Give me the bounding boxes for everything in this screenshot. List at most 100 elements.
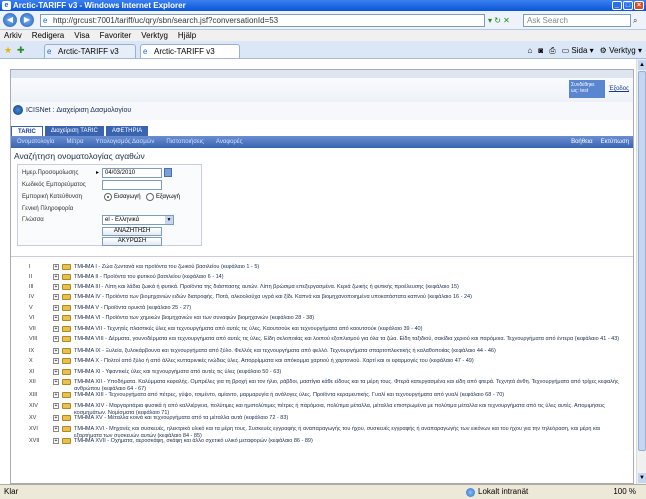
section-title[interactable]: ΤΜΗΜΑ III - Λίπη και λάδια ζωικά ή φυτικ… <box>74 284 624 291</box>
expand-icon[interactable]: + <box>53 264 59 270</box>
section-number: III <box>29 284 34 290</box>
export-radio[interactable] <box>146 193 154 201</box>
section-title[interactable]: ΤΜΗΜΑ XV - Μέταλλα κοινά και τεχνουργήμα… <box>74 415 624 422</box>
expand-icon[interactable]: + <box>53 305 59 311</box>
folder-icon <box>62 336 71 342</box>
forward-button[interactable]: ▶ <box>20 13 34 27</box>
section-title[interactable]: ΤΜΗΜΑ X - Πολτοί από ξύλο ή από άλλες κυ… <box>74 358 624 365</box>
section-number: V <box>29 305 33 311</box>
menu-item-visa[interactable]: Visa <box>74 30 89 41</box>
section-title[interactable]: ΤΜΗΜΑ XI - Υφαντικές ύλες και τεχνουργήμ… <box>74 369 624 376</box>
maximize-button[interactable]: □ <box>623 1 633 10</box>
user-info-box: Συνδέθηκε ως: test <box>569 80 605 98</box>
browser-tab-1[interactable]: e Arctic-TARIFF v3 <box>44 44 136 58</box>
folder-icon <box>62 426 71 432</box>
print-link[interactable]: Εκτύπωση <box>601 136 629 148</box>
import-radio[interactable] <box>104 193 112 201</box>
address-input[interactable]: e http://grcust:7001/tariff/uc/qry/sbn/s… <box>40 14 485 27</box>
section-number: VIII <box>29 336 38 342</box>
cancel-button[interactable]: ΑΚΥΡΩΣΗ <box>102 237 162 246</box>
calendar-icon[interactable] <box>164 168 172 177</box>
section-title[interactable]: ΤΜΗΜΑ IV - Προϊόντα των βιομηχανιών ειδώ… <box>74 294 624 301</box>
commodity-code-input[interactable] <box>102 180 162 190</box>
section-number: IV <box>29 294 35 300</box>
top-strip <box>11 70 633 78</box>
expand-icon[interactable]: + <box>53 369 59 375</box>
close-button[interactable]: × <box>634 1 644 10</box>
language-select[interactable]: el - Ελληνικά ▼ <box>102 215 174 225</box>
browser-tab-2[interactable]: e Arctic-TARIFF v3 <box>140 44 240 58</box>
tab-afetiria[interactable]: ΑΦΕΤΗΡΙΑ <box>105 126 149 136</box>
tools-menu[interactable]: ⚙ Verktyg ▾ <box>600 45 642 56</box>
folder-icon <box>62 415 71 421</box>
scroll-up-icon[interactable]: ▲ <box>638 60 646 70</box>
tab-taric-management[interactable]: Διαχείριση TARIC <box>44 126 104 136</box>
favorites-star-icon[interactable]: ★ <box>4 44 12 56</box>
section-title[interactable]: ΤΜΗΜΑ XIII - Τεχνουργήματα από πέτρες, γ… <box>74 392 624 399</box>
section-title[interactable]: ΤΜΗΜΑ VII - Τεχνητές πλαστικές ύλες και … <box>74 326 624 333</box>
section-number: II <box>29 274 33 280</box>
back-button[interactable]: ◀ <box>3 13 17 27</box>
section-title[interactable]: ΤΜΗΜΑ VIII - Δέρματα, γουνοδέρματα και τ… <box>74 336 624 343</box>
feeds-icon[interactable]: ◙ <box>538 45 543 56</box>
section-title[interactable]: ΤΜΗΜΑ VI - Προϊόντα των χημικών βιομηχαν… <box>74 315 624 322</box>
form-row-general: Γενική Πληροφορία <box>22 206 74 212</box>
nav-reports[interactable]: Αναφορές <box>216 136 243 148</box>
section-title[interactable]: ΤΜΗΜΑ XVII - Οχήματα, αεροσκάφη, σκάφη κ… <box>74 438 624 445</box>
section-title[interactable]: ΤΜΗΜΑ V - Προϊόντα ορυκτά (κεφάλαιο 25 -… <box>74 305 624 312</box>
menu-item-hjalp[interactable]: Hjälp <box>178 30 196 41</box>
expand-icon[interactable]: + <box>53 358 59 364</box>
section-title[interactable]: ΤΜΗΜΑ IX - Ξυλεία, ξυλοκάρβουνα και τεχν… <box>74 348 624 355</box>
scroll-down-icon[interactable]: ▼ <box>638 473 646 483</box>
home-icon[interactable]: ⌂ <box>528 45 533 56</box>
scroll-thumb[interactable] <box>638 71 646 451</box>
expand-icon[interactable]: + <box>53 379 59 385</box>
search-button[interactable]: ΑΝΑΖΗΤΗΣΗ <box>102 227 162 236</box>
expand-icon[interactable]: + <box>53 294 59 300</box>
section-title[interactable]: ΤΜΗΜΑ XII - Υποδήματα. Καλύμματα κεφαλής… <box>74 379 624 393</box>
expand-icon[interactable]: + <box>53 326 59 332</box>
status-text: Klar <box>4 487 19 496</box>
nav-duty-calculation[interactable]: Υπολογισμός Δασμών <box>95 136 154 148</box>
nav-nomenclature[interactable]: Ονοματολογία <box>17 136 55 148</box>
section-number: XI <box>29 369 35 375</box>
search-icon[interactable]: ⌕ <box>633 14 643 27</box>
expand-icon[interactable]: + <box>53 348 59 354</box>
expand-icon[interactable]: + <box>53 438 59 444</box>
expand-icon[interactable]: + <box>53 315 59 321</box>
form-row-date: Ημερ.Προσομοίωσης ▸ 04/03/2010 <box>18 168 203 179</box>
expand-icon[interactable]: + <box>53 426 59 432</box>
expand-icon[interactable]: + <box>53 392 59 398</box>
nav-measures[interactable]: Μέτρα <box>67 136 84 148</box>
folder-icon <box>62 438 71 444</box>
page-menu[interactable]: ▭ Sida ▾ <box>562 45 594 56</box>
folder-icon <box>62 284 71 290</box>
menu-item-favoriter[interactable]: Favoriter <box>100 30 132 41</box>
minimize-button[interactable]: _ <box>612 1 622 10</box>
refresh-stop-controls[interactable]: ▾ ↻ ✕ <box>488 14 522 27</box>
menu-item-arkiv[interactable]: Arkiv <box>4 30 22 41</box>
expand-icon[interactable]: + <box>53 415 59 421</box>
section-title[interactable]: ΤΜΗΜΑ I - Ζώα ζωντανά και προϊόντα του ζ… <box>74 264 624 271</box>
expand-icon[interactable]: + <box>53 336 59 342</box>
logout-link[interactable]: Έξοδος <box>609 86 629 92</box>
expand-icon[interactable]: + <box>53 274 59 280</box>
menu-item-verktyg[interactable]: Verktyg <box>141 30 168 41</box>
nav-certificates[interactable]: Πιστοποιήσεις <box>166 136 204 148</box>
add-favorite-icon[interactable]: ✚ <box>17 44 25 56</box>
globe-icon <box>466 488 475 497</box>
search-input[interactable]: Ask Search <box>523 14 631 27</box>
globe-logo-icon <box>13 105 23 115</box>
expand-icon[interactable]: + <box>53 403 59 409</box>
zoom-level[interactable]: 100 % <box>613 485 636 499</box>
expand-icon[interactable]: + <box>53 284 59 290</box>
vertical-scrollbar[interactable]: ▲ ▼ <box>636 59 646 484</box>
menu-item-redigera[interactable]: Redigera <box>32 30 64 41</box>
section-number: XVI <box>29 426 38 432</box>
tab-taric[interactable]: TARIC <box>11 126 43 136</box>
help-link[interactable]: Βοήθεια <box>571 136 593 148</box>
section-title[interactable]: ΤΜΗΜΑ II - Προϊόντα του φυτικού βασιλείο… <box>74 274 624 281</box>
print-icon[interactable]: ⎙ <box>549 45 555 56</box>
date-input[interactable]: 04/03/2010 <box>102 168 162 178</box>
page-icon: e <box>43 16 48 25</box>
